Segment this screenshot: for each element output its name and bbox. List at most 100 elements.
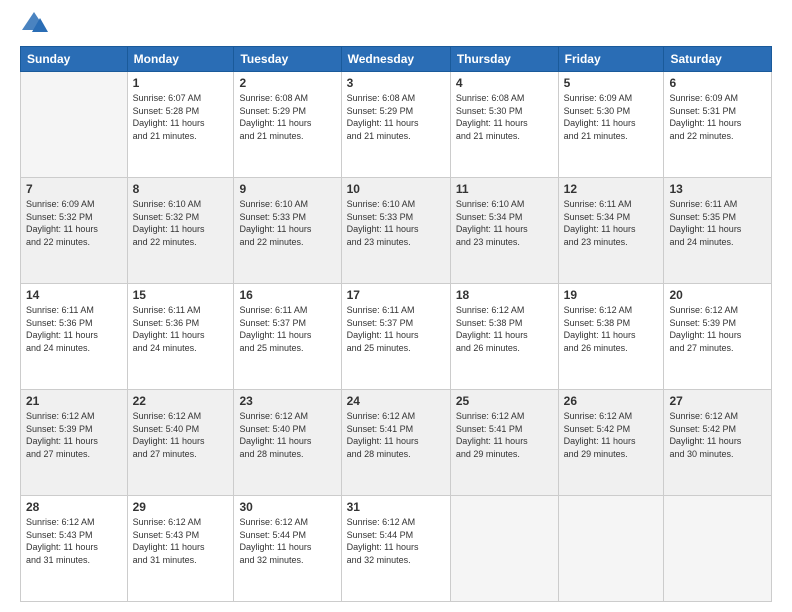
day-cell: 17 Sunrise: 6:11 AMSunset: 5:37 PMDaylig…	[341, 284, 450, 390]
day-number: 18	[456, 288, 553, 302]
day-cell: 7 Sunrise: 6:09 AMSunset: 5:32 PMDayligh…	[21, 178, 128, 284]
day-info: Sunrise: 6:12 AMSunset: 5:44 PMDaylight:…	[347, 517, 419, 565]
day-number: 29	[133, 500, 229, 514]
day-info: Sunrise: 6:11 AMSunset: 5:36 PMDaylight:…	[133, 305, 205, 353]
day-info: Sunrise: 6:10 AMSunset: 5:34 PMDaylight:…	[456, 199, 528, 247]
day-info: Sunrise: 6:10 AMSunset: 5:32 PMDaylight:…	[133, 199, 205, 247]
day-cell: 4 Sunrise: 6:08 AMSunset: 5:30 PMDayligh…	[450, 72, 558, 178]
day-number: 11	[456, 182, 553, 196]
day-cell	[21, 72, 128, 178]
day-info: Sunrise: 6:12 AMSunset: 5:41 PMDaylight:…	[456, 411, 528, 459]
day-cell	[664, 496, 772, 602]
day-cell: 22 Sunrise: 6:12 AMSunset: 5:40 PMDaylig…	[127, 390, 234, 496]
day-cell: 8 Sunrise: 6:10 AMSunset: 5:32 PMDayligh…	[127, 178, 234, 284]
week-row-5: 28 Sunrise: 6:12 AMSunset: 5:43 PMDaylig…	[21, 496, 772, 602]
day-number: 6	[669, 76, 766, 90]
day-info: Sunrise: 6:12 AMSunset: 5:40 PMDaylight:…	[239, 411, 311, 459]
day-info: Sunrise: 6:08 AMSunset: 5:29 PMDaylight:…	[347, 93, 419, 141]
day-cell: 6 Sunrise: 6:09 AMSunset: 5:31 PMDayligh…	[664, 72, 772, 178]
day-info: Sunrise: 6:12 AMSunset: 5:43 PMDaylight:…	[26, 517, 98, 565]
day-number: 21	[26, 394, 122, 408]
page: SundayMondayTuesdayWednesdayThursdayFrid…	[0, 0, 792, 612]
day-info: Sunrise: 6:12 AMSunset: 5:44 PMDaylight:…	[239, 517, 311, 565]
day-cell: 19 Sunrise: 6:12 AMSunset: 5:38 PMDaylig…	[558, 284, 664, 390]
day-number: 23	[239, 394, 335, 408]
day-info: Sunrise: 6:12 AMSunset: 5:38 PMDaylight:…	[456, 305, 528, 353]
day-cell: 20 Sunrise: 6:12 AMSunset: 5:39 PMDaylig…	[664, 284, 772, 390]
day-number: 7	[26, 182, 122, 196]
day-cell: 3 Sunrise: 6:08 AMSunset: 5:29 PMDayligh…	[341, 72, 450, 178]
day-number: 9	[239, 182, 335, 196]
day-info: Sunrise: 6:12 AMSunset: 5:40 PMDaylight:…	[133, 411, 205, 459]
day-cell: 21 Sunrise: 6:12 AMSunset: 5:39 PMDaylig…	[21, 390, 128, 496]
day-number: 5	[564, 76, 659, 90]
day-cell: 5 Sunrise: 6:09 AMSunset: 5:30 PMDayligh…	[558, 72, 664, 178]
day-number: 19	[564, 288, 659, 302]
day-info: Sunrise: 6:12 AMSunset: 5:42 PMDaylight:…	[564, 411, 636, 459]
col-header-friday: Friday	[558, 47, 664, 72]
day-cell: 13 Sunrise: 6:11 AMSunset: 5:35 PMDaylig…	[664, 178, 772, 284]
day-cell: 26 Sunrise: 6:12 AMSunset: 5:42 PMDaylig…	[558, 390, 664, 496]
col-header-thursday: Thursday	[450, 47, 558, 72]
day-cell: 29 Sunrise: 6:12 AMSunset: 5:43 PMDaylig…	[127, 496, 234, 602]
day-info: Sunrise: 6:08 AMSunset: 5:30 PMDaylight:…	[456, 93, 528, 141]
day-info: Sunrise: 6:11 AMSunset: 5:37 PMDaylight:…	[347, 305, 419, 353]
day-cell: 11 Sunrise: 6:10 AMSunset: 5:34 PMDaylig…	[450, 178, 558, 284]
day-number: 15	[133, 288, 229, 302]
day-cell: 10 Sunrise: 6:10 AMSunset: 5:33 PMDaylig…	[341, 178, 450, 284]
week-row-2: 7 Sunrise: 6:09 AMSunset: 5:32 PMDayligh…	[21, 178, 772, 284]
day-cell: 2 Sunrise: 6:08 AMSunset: 5:29 PMDayligh…	[234, 72, 341, 178]
day-info: Sunrise: 6:10 AMSunset: 5:33 PMDaylight:…	[239, 199, 311, 247]
day-info: Sunrise: 6:11 AMSunset: 5:35 PMDaylight:…	[669, 199, 741, 247]
day-info: Sunrise: 6:09 AMSunset: 5:31 PMDaylight:…	[669, 93, 741, 141]
day-cell: 23 Sunrise: 6:12 AMSunset: 5:40 PMDaylig…	[234, 390, 341, 496]
day-number: 8	[133, 182, 229, 196]
day-cell: 1 Sunrise: 6:07 AMSunset: 5:28 PMDayligh…	[127, 72, 234, 178]
day-number: 2	[239, 76, 335, 90]
day-cell: 16 Sunrise: 6:11 AMSunset: 5:37 PMDaylig…	[234, 284, 341, 390]
day-info: Sunrise: 6:09 AMSunset: 5:32 PMDaylight:…	[26, 199, 98, 247]
day-number: 31	[347, 500, 445, 514]
logo	[20, 10, 54, 38]
day-number: 14	[26, 288, 122, 302]
day-cell: 25 Sunrise: 6:12 AMSunset: 5:41 PMDaylig…	[450, 390, 558, 496]
logo-icon	[20, 10, 48, 38]
col-header-saturday: Saturday	[664, 47, 772, 72]
day-info: Sunrise: 6:12 AMSunset: 5:38 PMDaylight:…	[564, 305, 636, 353]
day-cell: 27 Sunrise: 6:12 AMSunset: 5:42 PMDaylig…	[664, 390, 772, 496]
col-header-wednesday: Wednesday	[341, 47, 450, 72]
day-number: 27	[669, 394, 766, 408]
day-number: 13	[669, 182, 766, 196]
day-info: Sunrise: 6:11 AMSunset: 5:34 PMDaylight:…	[564, 199, 636, 247]
day-number: 4	[456, 76, 553, 90]
day-cell	[558, 496, 664, 602]
day-info: Sunrise: 6:12 AMSunset: 5:42 PMDaylight:…	[669, 411, 741, 459]
day-info: Sunrise: 6:09 AMSunset: 5:30 PMDaylight:…	[564, 93, 636, 141]
day-number: 24	[347, 394, 445, 408]
day-number: 22	[133, 394, 229, 408]
day-number: 30	[239, 500, 335, 514]
day-info: Sunrise: 6:07 AMSunset: 5:28 PMDaylight:…	[133, 93, 205, 141]
day-info: Sunrise: 6:08 AMSunset: 5:29 PMDaylight:…	[239, 93, 311, 141]
week-row-1: 1 Sunrise: 6:07 AMSunset: 5:28 PMDayligh…	[21, 72, 772, 178]
day-number: 28	[26, 500, 122, 514]
day-cell: 18 Sunrise: 6:12 AMSunset: 5:38 PMDaylig…	[450, 284, 558, 390]
day-number: 20	[669, 288, 766, 302]
day-number: 12	[564, 182, 659, 196]
day-info: Sunrise: 6:11 AMSunset: 5:36 PMDaylight:…	[26, 305, 98, 353]
day-cell: 24 Sunrise: 6:12 AMSunset: 5:41 PMDaylig…	[341, 390, 450, 496]
day-number: 25	[456, 394, 553, 408]
day-info: Sunrise: 6:12 AMSunset: 5:43 PMDaylight:…	[133, 517, 205, 565]
day-number: 1	[133, 76, 229, 90]
day-number: 10	[347, 182, 445, 196]
calendar-table: SundayMondayTuesdayWednesdayThursdayFrid…	[20, 46, 772, 602]
day-info: Sunrise: 6:12 AMSunset: 5:41 PMDaylight:…	[347, 411, 419, 459]
day-info: Sunrise: 6:12 AMSunset: 5:39 PMDaylight:…	[669, 305, 741, 353]
header	[20, 10, 772, 38]
day-cell: 14 Sunrise: 6:11 AMSunset: 5:36 PMDaylig…	[21, 284, 128, 390]
day-cell: 30 Sunrise: 6:12 AMSunset: 5:44 PMDaylig…	[234, 496, 341, 602]
day-number: 26	[564, 394, 659, 408]
header-row: SundayMondayTuesdayWednesdayThursdayFrid…	[21, 47, 772, 72]
day-cell: 28 Sunrise: 6:12 AMSunset: 5:43 PMDaylig…	[21, 496, 128, 602]
day-number: 17	[347, 288, 445, 302]
